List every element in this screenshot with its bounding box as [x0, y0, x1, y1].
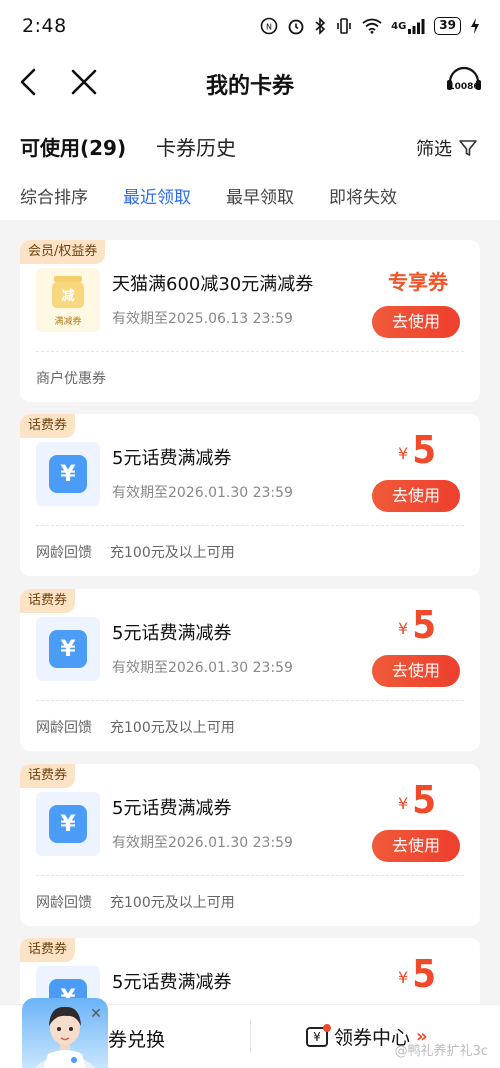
customer-service-button[interactable]: 10086 — [444, 62, 484, 102]
coupon-expiry: 有效期至2025.06.13 23:59 — [112, 311, 293, 327]
wifi-icon — [362, 18, 382, 34]
currency-symbol: ¥ — [398, 968, 409, 987]
headset-icon: 10086 — [447, 66, 481, 92]
thumb-caption: 满减券 — [54, 315, 81, 327]
coupon-amount: 5 — [412, 778, 436, 822]
divider — [36, 700, 464, 701]
use-button[interactable]: 去使用 — [372, 830, 460, 862]
service-number: 10086 — [448, 82, 479, 92]
coupon-title: 5元话费满减券 — [112, 623, 232, 644]
ticket-icon-char: ¥ — [313, 1029, 321, 1044]
signal-icon: 4G — [391, 18, 425, 34]
filter-button[interactable]: 筛选 — [416, 135, 478, 161]
coupon-amount: 5 — [412, 952, 436, 996]
close-assistant-icon[interactable]: ✕ — [88, 1006, 104, 1022]
watermark: @鸭礼养扩礼3c — [394, 1044, 488, 1059]
coupon-condition: 充100元及以上可用 — [110, 895, 235, 911]
coupon-condition: 充100元及以上可用 — [110, 720, 235, 736]
coupon-card[interactable]: 话费券 ¥ 5元话费满减券 有效期至2026.01.30 23:59 ¥5 去使… — [20, 764, 480, 926]
coupon-ticket-icon: ¥ — [306, 1023, 331, 1047]
coupon-source: 网龄回馈 — [36, 545, 92, 561]
coupon-card[interactable]: 话费券 ¥ 5元话费满减券 有效期至2026.01.30 23:59 ¥5 去使… — [20, 589, 480, 751]
sort-comprehensive[interactable]: 综合排序 — [20, 183, 88, 208]
status-bar: 2:48 N 4G 39 — [0, 0, 500, 52]
currency-symbol: ¥ — [398, 444, 409, 463]
notification-dot — [323, 1023, 331, 1032]
coupon-title: 5元话费满减券 — [112, 448, 232, 469]
sort-bar: 综合排序 最近领取 最早领取 即将失效 — [0, 174, 500, 220]
coupon-value: ¥5 — [398, 428, 436, 472]
coupon-thumbnail: 减 满减券 — [36, 268, 100, 332]
coupon-thumbnail: ¥ — [36, 792, 100, 856]
currency-symbol: ¥ — [398, 619, 409, 638]
network-type: 4G — [391, 20, 407, 32]
nav-bar: 我的卡券 10086 — [0, 52, 500, 114]
yen-icon: ¥ — [49, 630, 87, 668]
currency-symbol: ¥ — [398, 794, 409, 813]
alarm-icon — [287, 17, 305, 35]
coupon-value: ¥5 — [398, 603, 436, 647]
divider — [250, 1019, 251, 1053]
divider — [36, 875, 464, 876]
coupon-tag: 话费券 — [20, 414, 76, 438]
coupon-title: 天猫满600减30元满减券 — [112, 274, 314, 295]
coupon-card[interactable]: 会员/权益券 减 满减券 天猫满600减30元满减券 有效期至2025.06.1… — [20, 240, 480, 402]
coupon-tag: 话费券 — [20, 938, 76, 962]
coupon-source: 网龄回馈 — [36, 720, 92, 736]
status-icons: N 4G 39 — [260, 17, 480, 35]
charging-icon — [470, 18, 480, 34]
yen-icon: ¥ — [49, 805, 87, 843]
yen-icon: ¥ — [49, 455, 87, 493]
status-time: 2:48 — [22, 15, 67, 37]
coupon-amount: 5 — [412, 428, 436, 472]
divider — [36, 525, 464, 526]
coupon-value: ¥5 — [398, 778, 436, 822]
coupon-tag: 话费券 — [20, 764, 76, 788]
coupon-expiry: 有效期至2026.01.30 23:59 — [112, 660, 293, 676]
coupon-tag: 会员/权益券 — [20, 240, 106, 264]
use-button[interactable]: 去使用 — [372, 480, 460, 512]
tab-bar: 可使用(29) 卡券历史 筛选 — [0, 114, 500, 174]
coupon-source: 商户优惠券 — [36, 371, 106, 387]
page-title: 我的卡券 — [205, 74, 294, 99]
coupon-expiry: 有效期至2026.01.30 23:59 — [112, 485, 293, 501]
coupon-amount: 5 — [412, 603, 436, 647]
coupon-value: ¥5 — [398, 952, 436, 996]
thumb-char: 减 — [61, 288, 74, 304]
vibrate-icon — [335, 17, 353, 35]
sort-earliest[interactable]: 最早领取 — [226, 183, 294, 208]
sort-recent[interactable]: 最近领取 — [123, 183, 191, 208]
coupon-title: 5元话费满减券 — [112, 798, 232, 819]
coupon-thumbnail: ¥ — [36, 617, 100, 681]
coupon-title: 5元话费满减券 — [112, 972, 232, 993]
coupon-tag: 话费券 — [20, 589, 76, 613]
use-button[interactable]: 去使用 — [372, 655, 460, 687]
svg-text:N: N — [266, 23, 272, 32]
filter-icon — [459, 140, 477, 156]
sort-expiring[interactable]: 即将失效 — [329, 183, 397, 208]
battery-indicator: 39 — [434, 17, 461, 35]
divider — [36, 351, 464, 352]
discount-jar-icon: 减 满减券 — [52, 276, 84, 327]
coupon-expiry: 有效期至2026.01.30 23:59 — [112, 835, 293, 851]
bluetooth-icon — [314, 17, 326, 35]
tab-available[interactable]: 可使用(29) — [20, 132, 126, 161]
nfc-icon: N — [260, 17, 278, 35]
coupon-source: 网龄回馈 — [36, 895, 92, 911]
exclusive-badge: 专享券 — [388, 270, 448, 294]
coupon-condition: 充100元及以上可用 — [110, 545, 235, 561]
filter-label: 筛选 — [416, 139, 452, 160]
use-button[interactable]: 去使用 — [372, 306, 460, 338]
redeem-coupon-button[interactable]: 券兑换 — [108, 1025, 165, 1052]
tab-history[interactable]: 卡券历史 — [156, 132, 236, 161]
coupon-card[interactable]: 话费券 ¥ 5元话费满减券 有效期至2026.01.30 23:59 ¥5 去使… — [20, 414, 480, 576]
coupon-thumbnail: ¥ — [36, 442, 100, 506]
